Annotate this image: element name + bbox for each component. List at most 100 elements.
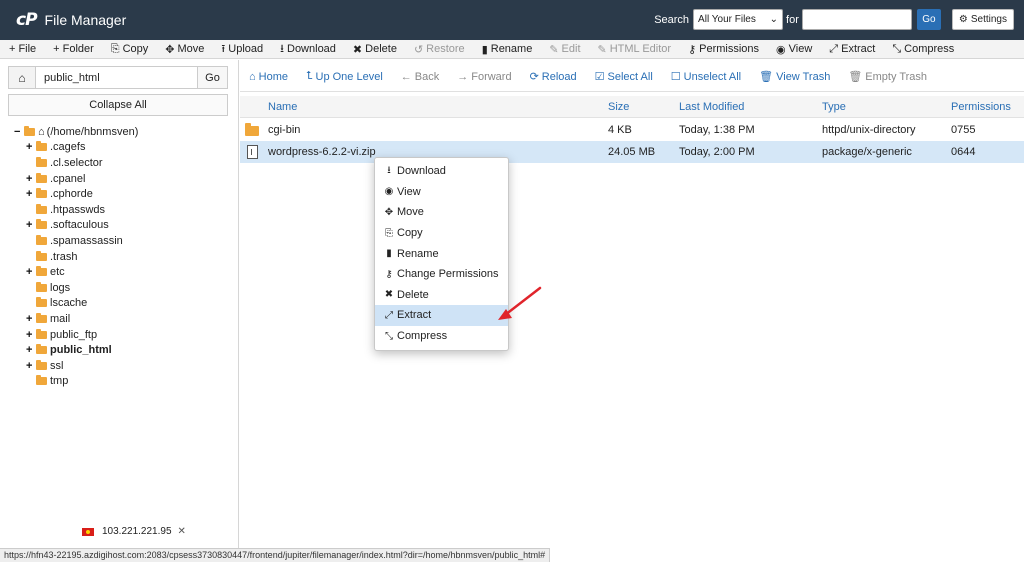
folder-icon [36,359,47,370]
toolbar-permissions-button[interactable]: ⚷ Permissions [688,43,759,56]
nav-up-one-level-button[interactable]: ⮤ Up One Level [306,70,383,83]
toolbar-item-label: Edit [561,43,581,55]
column-last-modified[interactable]: Last Modified [679,101,744,113]
rename-icon: ▮ [481,43,488,56]
toolbar-extract-button[interactable]: ⤢ Extract [829,43,875,56]
context-menu-view[interactable]: ◉ View [375,182,508,203]
toolbar-download-button[interactable]: ⭳ Download [280,40,336,59]
nav-back-button[interactable]: ← Back [401,71,439,83]
toolbar-move-button[interactable]: ✥ Move [165,43,204,56]
expand-toggle-icon[interactable]: + [26,266,36,278]
cpanel-logo[interactable]: cP File Manager [16,10,126,30]
expand-toggle-icon[interactable]: + [26,313,36,325]
toolbar-upload-button[interactable]: ⭱ Upload [221,40,263,59]
expand-toggle-icon[interactable]: + [26,188,36,200]
toolbar-view-button[interactable]: ◉ View [776,43,812,56]
expand-toggle-icon[interactable]: + [26,173,36,185]
tree-item-softaculous[interactable]: + .softaculous [26,218,138,234]
context-menu-delete[interactable]: ✖ Delete [375,285,508,306]
tree-item-cl-selector[interactable]: .cl.selector [26,155,138,171]
level-up-icon: ⮤ [306,70,313,82]
toolbar-file-button[interactable]: + File [9,43,36,55]
status-bar-url: https://hfn43-22195.azdigihost.com:2083/… [0,548,551,562]
file-type: httpd/unix-directory [822,124,916,136]
toolbar-rename-button[interactable]: ▮ Rename [482,43,533,56]
column-size[interactable]: Size [608,101,629,113]
tree-item-lscache[interactable]: lscache [26,296,138,312]
search-go-button[interactable]: Go [916,9,941,30]
toolbar-html-editor-button[interactable]: ✎ HTML Editor [598,43,672,56]
nav-reload-button[interactable]: ⟳ Reload [530,70,577,84]
toolbar-delete-button[interactable]: ✖ Delete [353,43,397,56]
search-scope-select[interactable]: All Your Files ⌄ [693,9,784,30]
tree-item-spamassassin[interactable]: .spamassassin [26,233,138,249]
tree-item-etc[interactable]: + etc [26,264,138,280]
close-icon[interactable]: ✕ [178,526,186,537]
path-go-button[interactable]: Go [198,66,228,89]
collapse-all-button[interactable]: Collapse All [8,94,228,116]
tree-item-cagefs[interactable]: + .cagefs [26,140,138,156]
folder-icon [36,344,47,355]
tree-item-trash[interactable]: .trash [26,249,138,265]
nav-unselect-all-button[interactable]: ☐ Unselect All [671,70,741,84]
context-menu-change-permissions[interactable]: ⚷ Change Permissions [375,264,508,285]
plus-icon: + [9,43,16,55]
search-input[interactable] [801,9,912,30]
tree-item-public-ftp[interactable]: + public_ftp [26,327,138,343]
expand-toggle-icon[interactable]: + [26,329,36,341]
toolbar-restore-button[interactable]: ↺ Restore [414,43,465,56]
file-table-header: Name Size Last Modified Type Permissions [240,96,1024,118]
expand-toggle-icon[interactable]: + [26,219,36,231]
tree-item-logs[interactable]: logs [26,280,138,296]
toolbar-edit-button[interactable]: ✎ Edit [549,43,580,56]
download-icon: ⭳ [387,164,391,176]
file-modified: Today, 1:38 PM [679,124,755,136]
settings-button[interactable]: ⚙ Settings [951,9,1014,30]
path-input[interactable]: public_html [36,66,198,89]
column-type[interactable]: Type [822,101,846,113]
tree-item-label: .htpasswds [50,203,106,216]
nav-view-trash-button[interactable]: 🗑 View Trash [759,70,831,84]
nav-item-label: View Trash [776,70,831,83]
home-icon: ⌂ [38,125,45,138]
tree-item-label: .trash [50,250,78,263]
home-icon[interactable]: ⌂ [8,66,36,89]
restore-icon: ↺ [413,43,424,56]
expand-toggle-icon[interactable]: + [26,344,36,356]
context-menu-move[interactable]: ✥ Move [375,202,508,223]
tree-item-mail[interactable]: + mail [26,311,138,327]
tree-item-ssl[interactable]: + ssl [26,358,138,374]
toolbar-item-label: Rename [490,43,533,55]
table-row[interactable]: cgi-bin 4 KB Today, 1:38 PM httpd/unix-d… [240,119,1024,141]
column-permissions[interactable]: Permissions [951,101,1011,113]
expand-toggle-icon[interactable]: + [26,360,36,372]
context-menu-extract[interactable]: ⤢ Extract [375,305,508,326]
nav-forward-button[interactable]: → Forward [457,71,511,83]
nav-item-label: Reload [541,70,577,83]
folder-icon [36,250,47,261]
context-menu-copy[interactable]: ⎘ Copy [375,223,508,244]
tree-item-public-html[interactable]: + public_html [26,342,138,358]
nav-empty-trash-button[interactable]: 🗑 Empty Trash [848,70,927,84]
tree-root[interactable]: − ⌂ (/home/hbnmsven) [14,124,138,140]
context-menu-label: Copy [397,227,423,240]
toolbar-copy-button[interactable]: ⎘ Copy [111,43,149,56]
column-name[interactable]: Name [268,101,297,113]
toolbar-compress-button[interactable]: ⤡ Compress [892,43,954,56]
nav-select-all-button[interactable]: ☑ Select All [595,70,653,84]
toolbar-item-label: Upload [228,43,264,55]
toolbar-folder-button[interactable]: + Folder [53,43,94,55]
context-menu-compress[interactable]: ⤡ Compress [375,326,508,347]
settings-label: Settings [970,14,1007,25]
tree-item-cphorde[interactable]: + .cphorde [26,186,138,202]
tree-item-tmp[interactable]: tmp [26,374,138,390]
context-menu-rename[interactable]: ▮ Rename [375,243,508,264]
tree-item-cpanel[interactable]: + .cpanel [26,171,138,187]
compress-icon: ⤡ [892,42,902,55]
tree-item-htpasswds[interactable]: .htpasswds [26,202,138,218]
table-row[interactable]: wordpress-6.2.2-vi.zip 24.05 MB Today, 2… [240,141,1024,163]
collapse-toggle-icon[interactable]: − [14,126,24,138]
nav-home-button[interactable]: ⌂ Home [249,71,288,83]
expand-toggle-icon[interactable]: + [26,141,36,153]
context-menu-download[interactable]: ⭳ Download [375,161,508,182]
